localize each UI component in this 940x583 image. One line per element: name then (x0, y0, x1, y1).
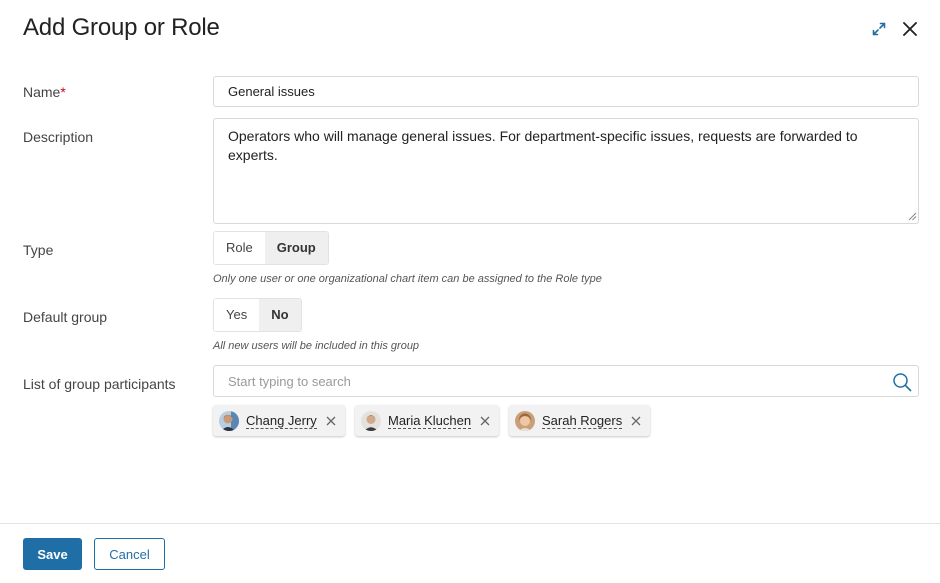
required-marker: * (60, 84, 66, 100)
participant-name[interactable]: Maria Kluchen (388, 413, 472, 429)
type-option-role[interactable]: Role (214, 232, 265, 264)
avatar (361, 410, 381, 431)
avatar (219, 410, 239, 431)
name-field[interactable]: General issues (213, 76, 919, 107)
default-group-hint: All new users will be included in this g… (213, 340, 420, 352)
remove-participant-icon[interactable] (479, 415, 491, 427)
participant-chip: Sarah Rogers (509, 405, 651, 436)
participant-chip: Chang Jerry (213, 405, 345, 436)
footer-divider (0, 523, 940, 524)
add-group-dialog: Add Group or Role Name* General issues D… (0, 0, 940, 583)
participants-label: List of group participants (23, 376, 176, 392)
type-option-group[interactable]: Group (264, 232, 328, 264)
default-group-toggle: Yes No (213, 298, 302, 332)
default-group-label: Default group (23, 309, 108, 325)
description-field[interactable]: Operators who will manage general issues… (213, 118, 919, 224)
type-hint: Only one user or one organizational char… (213, 273, 602, 285)
type-toggle: Role Group (213, 231, 329, 265)
type-label: Type (23, 242, 54, 258)
default-option-no[interactable]: No (259, 299, 301, 331)
name-label: Name* (23, 84, 66, 100)
participant-name[interactable]: Chang Jerry (246, 413, 317, 429)
save-button[interactable]: Save (23, 538, 82, 570)
participants-search (213, 365, 919, 397)
expand-button[interactable] (868, 18, 890, 40)
name-label-text: Name (23, 84, 61, 100)
close-button[interactable] (899, 18, 921, 40)
expand-icon (872, 22, 886, 36)
default-option-yes[interactable]: Yes (214, 299, 260, 331)
close-icon (903, 22, 917, 36)
participants-search-input[interactable] (228, 366, 868, 396)
search-icon[interactable] (892, 372, 912, 392)
avatar (515, 410, 535, 431)
remove-participant-icon[interactable] (325, 415, 337, 427)
participant-chip: Maria Kluchen (355, 405, 500, 436)
cancel-button[interactable]: Cancel (94, 538, 165, 570)
participant-name[interactable]: Sarah Rogers (542, 413, 623, 429)
description-label: Description (23, 129, 94, 145)
dialog-title: Add Group or Role (23, 14, 220, 41)
remove-participant-icon[interactable] (630, 415, 642, 427)
resize-grip-icon[interactable] (908, 212, 917, 221)
